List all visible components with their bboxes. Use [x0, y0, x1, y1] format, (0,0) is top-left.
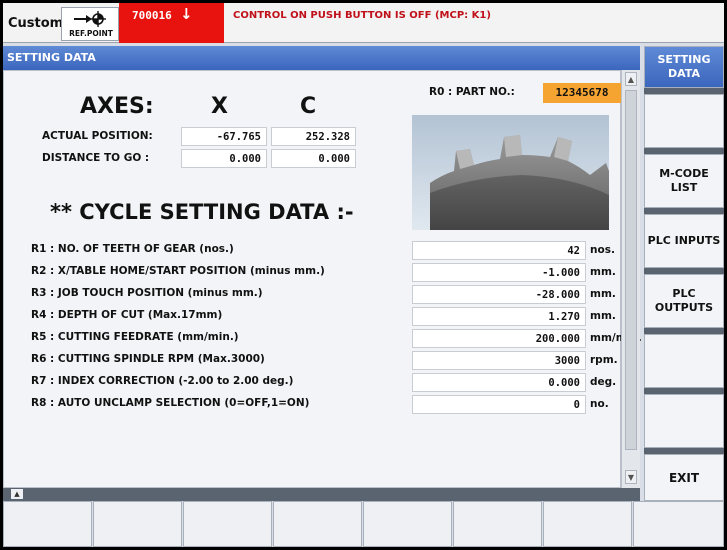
softkey-6[interactable] — [644, 334, 724, 388]
cnc-screen: Custom REF.POINT 700016 ↓ CONTROL ON PUS… — [3, 3, 724, 547]
bottom-softkey-8[interactable] — [633, 501, 724, 547]
page-title: SETTING DATA — [3, 46, 640, 70]
param-value-r7[interactable]: 0.000 — [412, 373, 586, 392]
bottom-softkey-6[interactable] — [453, 501, 542, 547]
part-number-field[interactable]: 12345678 — [543, 83, 621, 103]
param-value-r8[interactable]: 0 — [412, 395, 586, 414]
softkey-setting-data[interactable]: SETTING DATA — [644, 46, 724, 88]
softkey-plc-inputs[interactable]: PLC INPUTS — [644, 214, 724, 268]
alarm-message: CONTROL ON PUSH BUTTON IS OFF (MCP: K1) — [233, 10, 491, 21]
softkey-plc-outputs[interactable]: PLC OUTPUTS — [644, 274, 724, 328]
ref-point-indicator: REF.POINT — [61, 7, 119, 41]
bottom-softkey-7[interactable] — [543, 501, 632, 547]
bottom-softkey-3[interactable] — [183, 501, 272, 547]
gear-icon — [430, 135, 609, 230]
param-label-r2: R2 : X/TABLE HOME/START POSITION (minus … — [31, 265, 325, 277]
bottom-softkey-4[interactable] — [273, 501, 362, 547]
param-value-r3[interactable]: -28.000 — [412, 285, 586, 304]
status-bar: Custom REF.POINT 700016 ↓ CONTROL ON PUS… — [3, 3, 724, 43]
scroll-thumb[interactable] — [625, 90, 637, 450]
axis-header-c: C — [300, 94, 317, 119]
bottom-softkey-5[interactable] — [363, 501, 452, 547]
distance-to-go-c: 0.000 — [271, 149, 356, 168]
alarm-number: 700016 — [132, 9, 172, 22]
ref-point-icon — [74, 11, 106, 27]
actual-position-label: ACTUAL POSITION: — [42, 130, 153, 142]
param-value-r6[interactable]: 3000 — [412, 351, 586, 370]
distance-to-go-x: 0.000 — [181, 149, 267, 168]
param-unit-r3: mm. — [590, 288, 616, 300]
param-label-r8: R8 : AUTO UNCLAMP SELECTION (0=OFF,1=ON) — [31, 397, 310, 409]
param-value-r5[interactable]: 200.000 — [412, 329, 586, 348]
param-value-r2[interactable]: -1.000 — [412, 263, 586, 282]
softkey-exit[interactable]: EXIT — [644, 454, 724, 501]
cycle-setting-heading: ** CYCLE SETTING DATA :- — [50, 200, 354, 224]
part-number-label: R0 : PART NO.: — [429, 86, 515, 98]
alarm-arrow-icon: ↓ — [180, 5, 193, 23]
softkey-m-code-list[interactable]: M-CODE LIST — [644, 154, 724, 208]
param-value-r4[interactable]: 1.270 — [412, 307, 586, 326]
scroll-down-icon[interactable]: ▼ — [625, 470, 637, 484]
bottom-softkey-2[interactable] — [93, 501, 182, 547]
vertical-scrollbar[interactable]: ▲ ▼ — [621, 70, 640, 488]
alarm-indicator[interactable]: 700016 ↓ — [119, 3, 224, 43]
param-unit-r8: no. — [590, 398, 609, 410]
param-label-r5: R5 : CUTTING FEEDRATE (mm/min.) — [31, 331, 239, 343]
param-unit-r6: rpm. — [590, 354, 618, 366]
param-value-r1[interactable]: 42 — [412, 241, 586, 260]
param-unit-r7: deg. — [590, 376, 617, 388]
param-unit-r1: nos. — [590, 244, 615, 256]
param-unit-r4: mm. — [590, 310, 616, 322]
param-label-r7: R7 : INDEX CORRECTION (-2.00 to 2.00 deg… — [31, 375, 294, 387]
axes-heading: AXES: — [80, 94, 154, 119]
horizontal-bar: ▲ — [3, 488, 640, 501]
scroll-up-icon[interactable]: ▲ — [625, 72, 637, 86]
param-label-r1: R1 : NO. OF TEETH OF GEAR (nos.) — [31, 243, 234, 255]
param-label-r3: R3 : JOB TOUCH POSITION (minus mm.) — [31, 287, 263, 299]
ref-point-label: REF.POINT — [69, 29, 113, 38]
param-unit-r2: mm. — [590, 266, 616, 278]
bottom-softkey-1[interactable] — [3, 501, 92, 547]
softkey-7[interactable] — [644, 394, 724, 448]
param-label-r4: R4 : DEPTH OF CUT (Max.17mm) — [31, 309, 223, 321]
mode-label: Custom — [8, 16, 64, 31]
page-up-icon[interactable]: ▲ — [11, 489, 23, 499]
actual-position-x: -67.765 — [181, 127, 267, 146]
distance-to-go-label: DISTANCE TO GO : — [42, 152, 150, 164]
gear-image — [412, 115, 609, 230]
actual-position-c: 252.328 — [271, 127, 356, 146]
param-label-r6: R6 : CUTTING SPINDLE RPM (Max.3000) — [31, 353, 265, 365]
softkey-2[interactable] — [644, 94, 724, 148]
axis-header-x: X — [211, 94, 228, 119]
